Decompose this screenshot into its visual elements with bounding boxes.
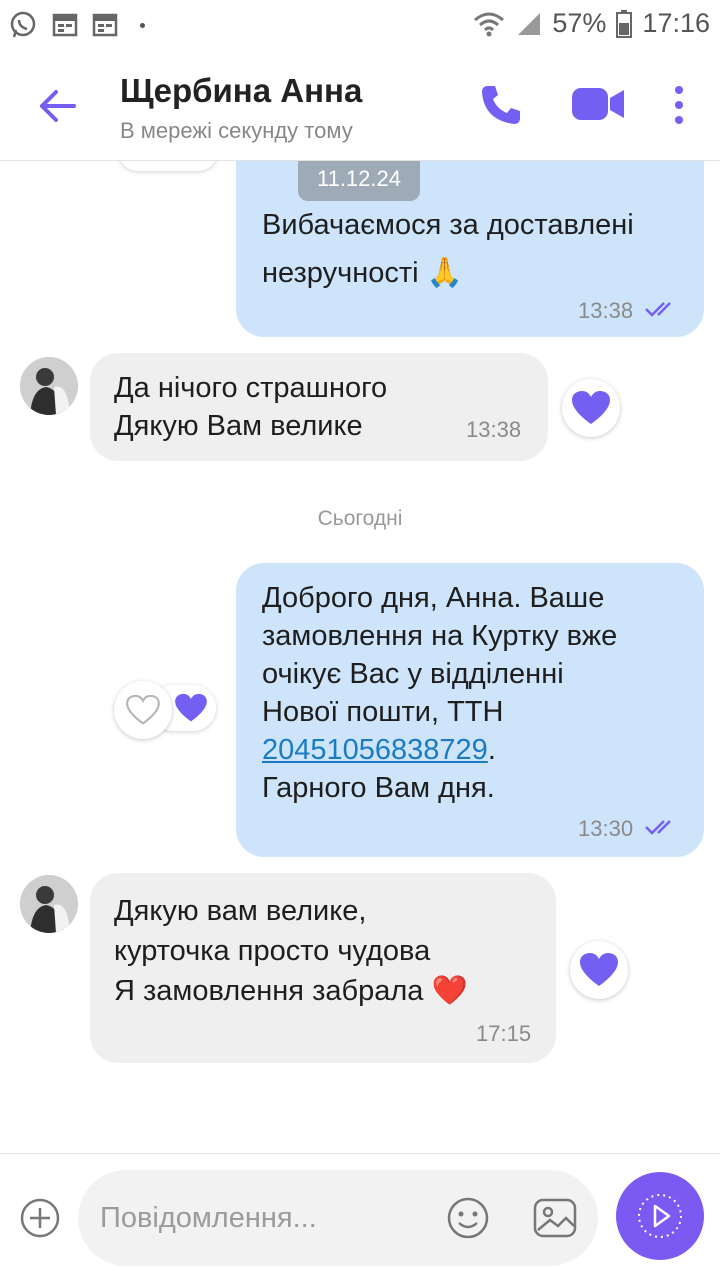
message-text: Вибачаємося за доставлені незручності 🙏 xyxy=(262,209,634,289)
message-bubble-incoming[interactable]: Да нічого страшного Дякую Вам велике 13:… xyxy=(90,353,548,461)
heart-icon xyxy=(572,391,610,424)
status-bar: 57% 17:16 xyxy=(0,0,720,52)
play-send-icon xyxy=(638,1194,682,1238)
signal-icon xyxy=(518,12,541,35)
chat-header: Щербина Анна В мережі секунду тому xyxy=(0,52,720,161)
avatar-photo xyxy=(20,875,78,933)
whatsapp-icon xyxy=(10,11,36,38)
more-options-icon[interactable] xyxy=(664,84,694,126)
composer-bar: Повідомлення... xyxy=(0,1153,720,1281)
message-text: Доброго дня, Анна. Ваше замовлення на Ку… xyxy=(262,579,692,807)
wifi-icon xyxy=(474,12,505,36)
message-time: 13:30 xyxy=(578,816,634,841)
gallery-icon[interactable] xyxy=(532,1196,578,1240)
date-chip: 11.12.24 xyxy=(298,161,420,201)
message-bubble-outgoing[interactable]: Доброго дня, Анна. Ваше замовлення на Ку… xyxy=(236,563,704,857)
notification-icons xyxy=(8,10,145,40)
tracking-number-link[interactable]: 20451056838729 xyxy=(262,734,488,766)
calendar-icon xyxy=(92,13,118,37)
reaction-button[interactable] xyxy=(562,379,620,437)
battery-percent: 57% xyxy=(552,8,607,38)
message-text-part: Доброго дня, Анна. Ваше замовлення на Ку… xyxy=(262,582,618,728)
presence-status: В мережі секунду тому xyxy=(120,118,353,143)
heart-icon xyxy=(580,953,618,986)
message-text: Дякую вам велике, курточка просто чудова… xyxy=(114,895,468,1007)
battery-icon xyxy=(616,9,633,38)
add-attachment-icon[interactable] xyxy=(20,1198,60,1238)
phone-call-icon[interactable] xyxy=(478,82,524,128)
message-time: 13:38 xyxy=(466,417,522,442)
send-button[interactable] xyxy=(616,1172,704,1260)
contact-name[interactable]: Щербина Анна xyxy=(120,72,362,110)
reaction-button[interactable] xyxy=(114,681,172,739)
message-bubble-incoming[interactable]: Дякую вам велике, курточка просто чудова… xyxy=(90,873,556,1063)
message-input-placeholder: Повідомлення... xyxy=(100,1202,317,1234)
avatar-photo xyxy=(20,357,78,415)
clock: 17:16 xyxy=(642,8,710,38)
message-text: Да нічого страшного Дякую Вам велике xyxy=(114,372,388,442)
message-input[interactable]: Повідомлення... xyxy=(78,1170,598,1266)
calendar-icon xyxy=(52,13,78,37)
emoji-icon[interactable] xyxy=(446,1196,490,1240)
reaction-button[interactable] xyxy=(118,161,218,171)
heart-outline-icon xyxy=(126,695,160,725)
read-receipt-icon xyxy=(645,820,671,835)
message-time: 13:38 xyxy=(578,298,634,323)
more-notifications-dot xyxy=(140,22,145,28)
reaction-button[interactable] xyxy=(570,941,628,999)
contact-avatar[interactable] xyxy=(20,357,78,415)
back-arrow-icon[interactable] xyxy=(36,84,80,128)
heart-icon xyxy=(175,693,207,722)
message-time: 17:15 xyxy=(476,1021,532,1046)
day-separator: Сьогодні xyxy=(317,507,403,530)
message-list[interactable]: Вибачаємося за доставлені незручності 🙏 … xyxy=(0,161,720,1153)
read-receipt-icon xyxy=(645,302,671,317)
contact-avatar[interactable] xyxy=(20,875,78,933)
video-call-icon[interactable] xyxy=(570,84,626,124)
